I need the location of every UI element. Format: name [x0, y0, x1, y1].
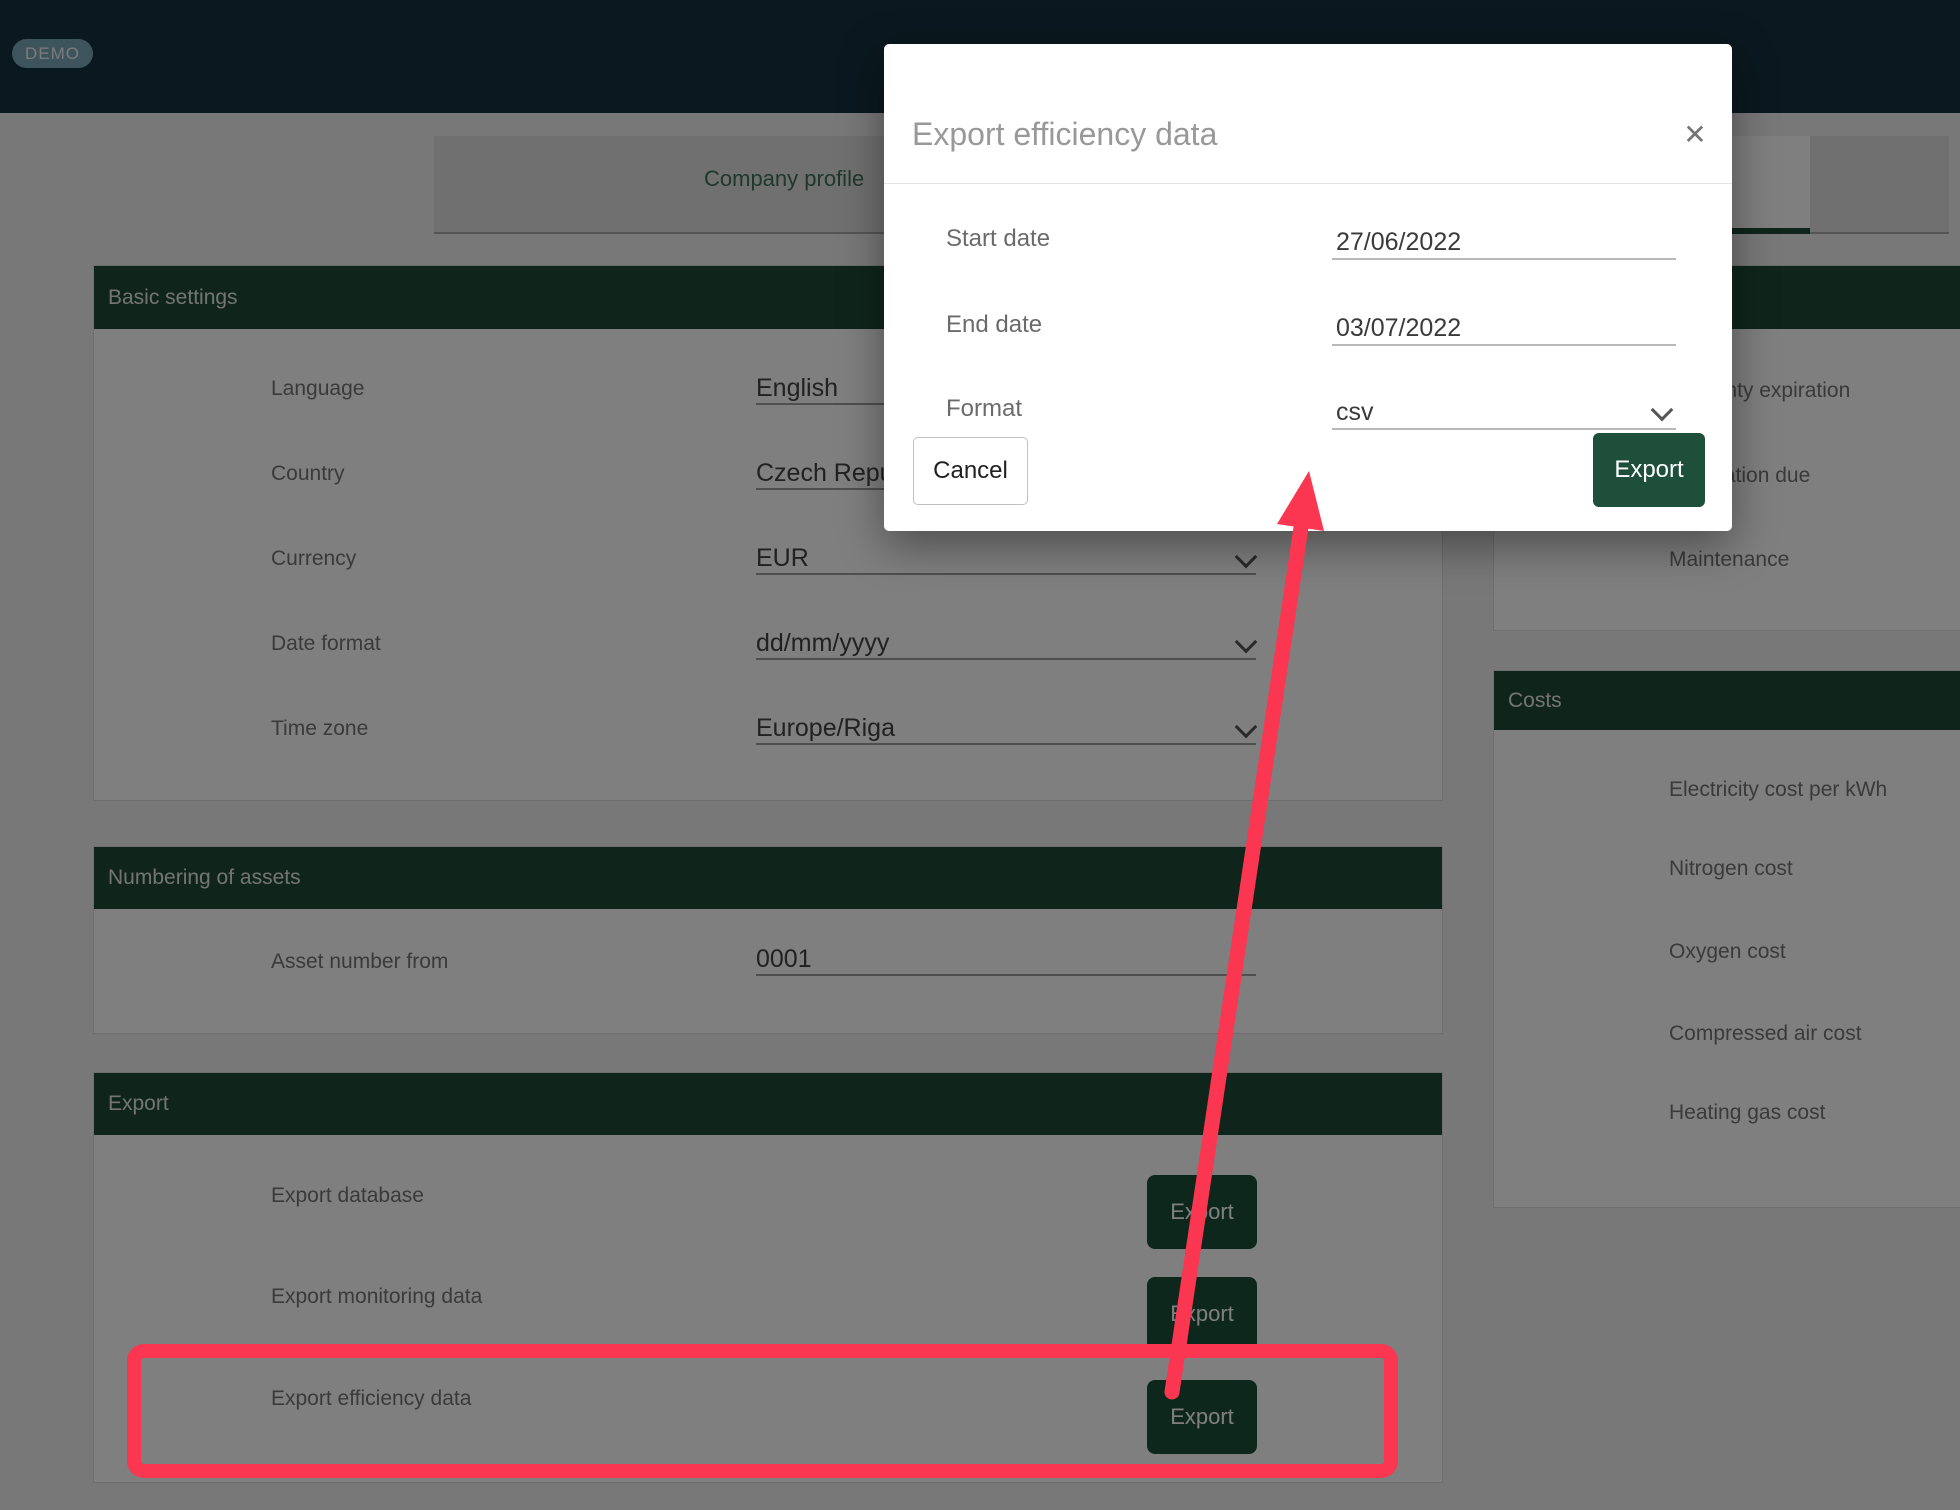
- format-select-value: csv: [1336, 398, 1374, 426]
- start-date-label: Start date: [946, 225, 1050, 253]
- end-date-input[interactable]: 03/07/2022: [1332, 310, 1676, 346]
- export-efficiency-dialog: Export efficiency data ✕ Start date 27/0…: [884, 44, 1732, 531]
- dialog-divider: [884, 183, 1732, 184]
- format-label: Format: [946, 395, 1022, 423]
- dialog-title: Export efficiency data: [912, 116, 1217, 153]
- cancel-button[interactable]: Cancel: [913, 437, 1028, 505]
- chevron-down-icon: [1651, 399, 1674, 422]
- start-date-input[interactable]: 27/06/2022: [1332, 224, 1676, 260]
- end-date-label: End date: [946, 311, 1042, 339]
- close-icon[interactable]: ✕: [1677, 116, 1713, 152]
- format-select[interactable]: csv: [1332, 394, 1676, 430]
- export-button[interactable]: Export: [1593, 433, 1705, 507]
